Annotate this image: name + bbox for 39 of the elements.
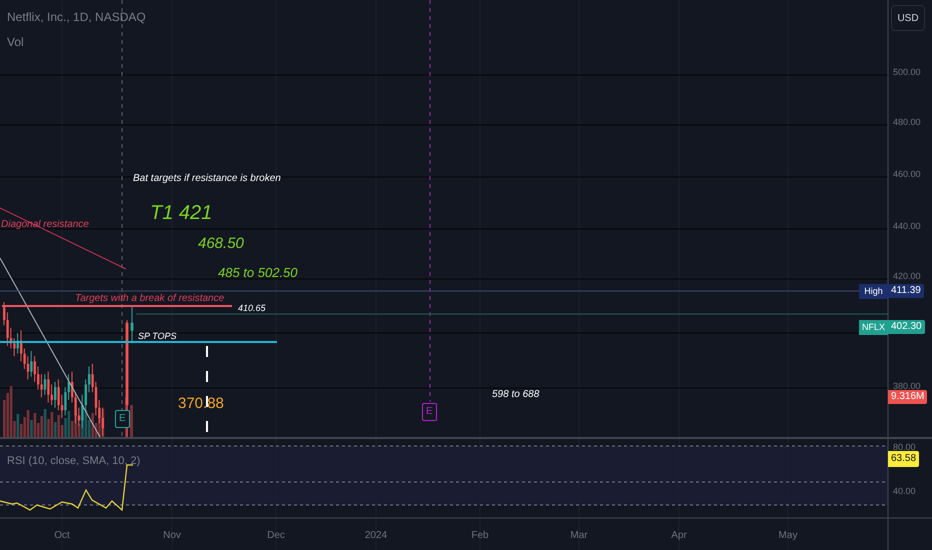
time-axis-label: Apr [670, 531, 688, 541]
price-tag-label: NFLX [859, 320, 888, 335]
rsi-axis-label: 40.00 [893, 487, 916, 496]
rsi-label: RSI (10, close, SMA, 10, 2) [7, 456, 140, 467]
price-tag: 9.316M [888, 390, 928, 404]
chart-annotation: 485 to 502.50 [218, 266, 298, 279]
rsi-axis-label: 80.00 [893, 443, 916, 452]
rsi-value-tag: 63.58 [888, 451, 920, 467]
chart-annotation: T1 421 [150, 203, 212, 223]
earnings-marker[interactable]: E [115, 410, 130, 428]
candle [130, 306, 134, 344]
price-tag: 411.39 [888, 284, 924, 298]
time-axis-label: Oct [53, 531, 71, 541]
price-axis-label: 380.00 [893, 382, 921, 391]
earnings-marker[interactable]: E [422, 403, 437, 421]
price-tag: 402.30 [888, 320, 925, 334]
chart-annotation: 410.65 [238, 304, 266, 313]
time-axis-label: 2024 [364, 531, 388, 541]
chart-annotation: Targets with a break of resistance [75, 294, 224, 304]
price-axis-label: 420.00 [893, 272, 921, 281]
chart-annotation: 468.50 [198, 236, 244, 251]
chart-title: Netflix, Inc., 1D, NASDAQ [7, 11, 146, 23]
time-axis-label: Feb [470, 531, 490, 541]
chart-annotation: Bat targets if resistance is broken [133, 174, 281, 184]
chart-annotation: 598 to 688 [492, 390, 540, 400]
indicator-label: Vol [7, 36, 24, 48]
price-tag-label: High [859, 284, 888, 299]
time-axis-label: May [778, 531, 798, 541]
chart-annotation: SP TOPS [138, 332, 177, 341]
price-axis-label: 480.00 [893, 118, 921, 127]
time-axis-label: Mar [569, 531, 589, 541]
time-axis-label: Dec [266, 531, 286, 541]
price-axis-label: 500.00 [893, 68, 921, 77]
time-axis-label: Nov [162, 531, 182, 541]
volume-bar [130, 405, 133, 437]
currency-button[interactable]: USD [891, 5, 925, 31]
price-axis-label: 460.00 [893, 170, 921, 179]
chart-annotation: 370.88 [178, 396, 224, 411]
price-axis-label: 440.00 [893, 222, 921, 231]
